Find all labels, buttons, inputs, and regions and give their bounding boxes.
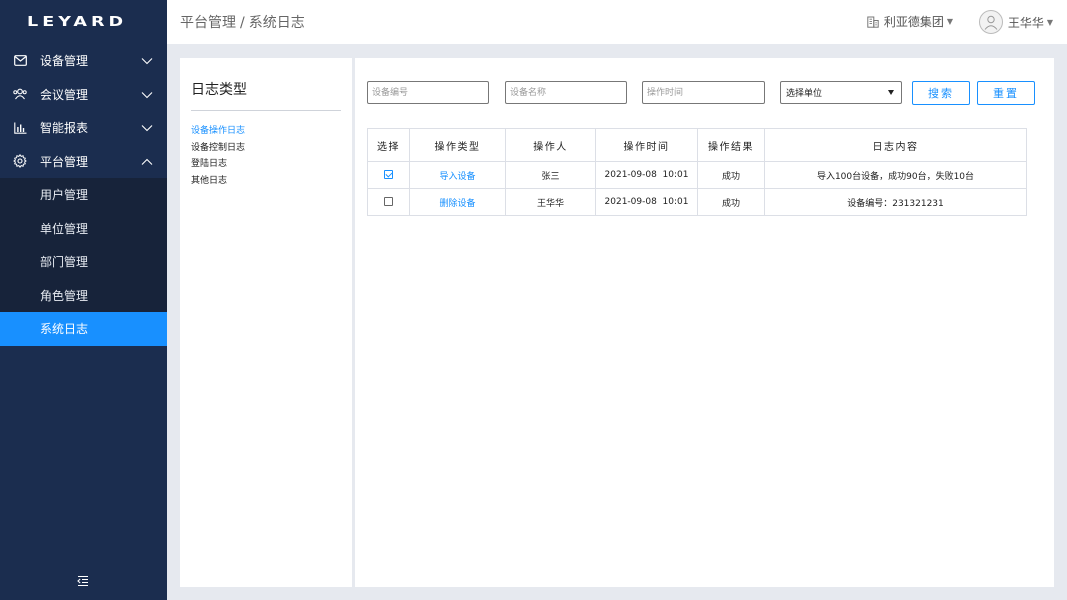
user-name: 王华华	[1007, 15, 1044, 30]
sidebar-item-smart-reports[interactable]: 智能报表	[0, 111, 167, 145]
org-switcher[interactable]: 利亚德集团 ▼	[867, 13, 953, 30]
collapse-menu-icon[interactable]	[76, 574, 90, 588]
log-table: 选择 操作类型 操作人 操作时间 操作结果 日志内容 导入设备 张三 2021-…	[367, 128, 1027, 216]
top-header: 平台管理 / 系统日志 利亚德集团 ▼ 王华华 ▼	[167, 0, 1067, 44]
operation-type-link[interactable]: 删除设备	[409, 188, 506, 216]
log-type-panel: 日志类型 设备操作日志 设备控制日志 登陆日志 其他日志	[180, 58, 352, 587]
content-cell: 设备编号：231321231	[764, 188, 1027, 216]
sidebar-item-role-management[interactable]: 角色管理	[0, 279, 167, 313]
column-header-result: 操作结果	[697, 128, 765, 162]
operation-time-input[interactable]	[642, 81, 765, 104]
column-header-type: 操作类型	[409, 128, 506, 162]
sidebar-item-system-log[interactable]: 系统日志	[0, 312, 167, 346]
org-name: 利亚德集团	[883, 15, 944, 29]
caret-down-icon: ▼	[946, 17, 953, 26]
reset-button[interactable]: 重置	[977, 81, 1035, 105]
gear-icon	[13, 154, 27, 169]
caret-down-icon	[888, 90, 894, 95]
log-type-login[interactable]: 登陆日志	[191, 156, 352, 173]
column-header-time: 操作时间	[595, 128, 698, 162]
time-cell: 2021-09-08 10:01	[595, 161, 698, 189]
result-cell: 成功	[697, 161, 765, 189]
platform-submenu: 用户管理 单位管理 部门管理 角色管理 系统日志	[0, 178, 167, 346]
table-row: 删除设备 王华华 2021-09-08 10:01 成功 设备编号：231321…	[367, 188, 1027, 216]
log-type-list: 设备操作日志 设备控制日志 登陆日志 其他日志	[180, 123, 352, 189]
building-icon	[867, 16, 879, 28]
sidebar-item-platform-management[interactable]: 平台管理	[0, 145, 167, 179]
operator-cell: 张三	[505, 161, 596, 189]
chevron-down-icon	[141, 91, 153, 98]
operation-type-link[interactable]: 导入设备	[409, 161, 506, 189]
table-header-row: 选择 操作类型 操作人 操作时间 操作结果 日志内容	[367, 128, 1027, 162]
table-row: 导入设备 张三 2021-09-08 10:01 成功 导入100台设备，成功9…	[367, 161, 1027, 189]
row-checkbox[interactable]	[384, 197, 393, 206]
bar-chart-icon	[13, 121, 27, 135]
log-type-device-control[interactable]: 设备控制日志	[191, 140, 352, 157]
sidebar: LEYARD 设备管理 会议管理 智能报表 平台管理 用户管理 单位管理 部门管…	[0, 0, 167, 600]
log-type-title: 日志类型	[191, 79, 341, 111]
envelope-check-icon	[13, 54, 27, 68]
column-header-select: 选择	[367, 128, 410, 162]
avatar	[978, 10, 1003, 34]
operator-cell: 王华华	[505, 188, 596, 216]
content-cell: 导入100台设备，成功90台，失败10台	[764, 161, 1027, 189]
sidebar-item-device-management[interactable]: 设备管理	[0, 44, 167, 78]
sidebar-item-label: 会议管理	[40, 87, 89, 102]
users-icon	[13, 87, 27, 101]
sidebar-item-unit-management[interactable]: 单位管理	[0, 212, 167, 246]
row-checkbox[interactable]	[384, 170, 393, 179]
search-button[interactable]: 搜索	[912, 81, 970, 105]
caret-down-icon: ▼	[1046, 17, 1053, 27]
column-header-operator: 操作人	[505, 128, 596, 162]
breadcrumb-separator: /	[240, 15, 245, 31]
main-panel: 选择单位 搜索 重置 选择 操作类型 操作人 操作时间 操作结果 日志内容 导入…	[355, 58, 1054, 587]
log-type-other[interactable]: 其他日志	[191, 173, 352, 190]
time-cell: 2021-09-08 10:01	[595, 188, 698, 216]
chevron-down-icon	[141, 125, 153, 132]
unit-select-value: 选择单位	[786, 89, 823, 99]
user-menu[interactable]: 王华华 ▼	[978, 10, 1053, 34]
logo-text: LEYARD	[27, 14, 128, 30]
sidebar-item-department-management[interactable]: 部门管理	[0, 245, 167, 279]
device-name-input[interactable]	[505, 81, 627, 104]
sidebar-item-label: 设备管理	[40, 54, 89, 69]
user-icon	[984, 15, 998, 30]
result-cell: 成功	[697, 188, 765, 216]
sidebar-item-meeting-management[interactable]: 会议管理	[0, 78, 167, 112]
sidebar-item-user-management[interactable]: 用户管理	[0, 178, 167, 212]
unit-select[interactable]: 选择单位	[780, 81, 902, 104]
breadcrumb-parent[interactable]: 平台管理	[180, 15, 236, 31]
chevron-down-icon	[141, 58, 153, 65]
column-header-content: 日志内容	[764, 128, 1027, 162]
sidebar-item-label: 平台管理	[40, 154, 89, 169]
log-type-device-operation[interactable]: 设备操作日志	[191, 123, 352, 140]
breadcrumb: 平台管理 / 系统日志	[180, 12, 305, 32]
device-code-input[interactable]	[367, 81, 489, 104]
sidebar-item-label: 智能报表	[40, 121, 89, 136]
logo[interactable]: LEYARD	[0, 0, 167, 44]
chevron-up-icon	[141, 158, 153, 165]
breadcrumb-current: 系统日志	[248, 15, 305, 31]
